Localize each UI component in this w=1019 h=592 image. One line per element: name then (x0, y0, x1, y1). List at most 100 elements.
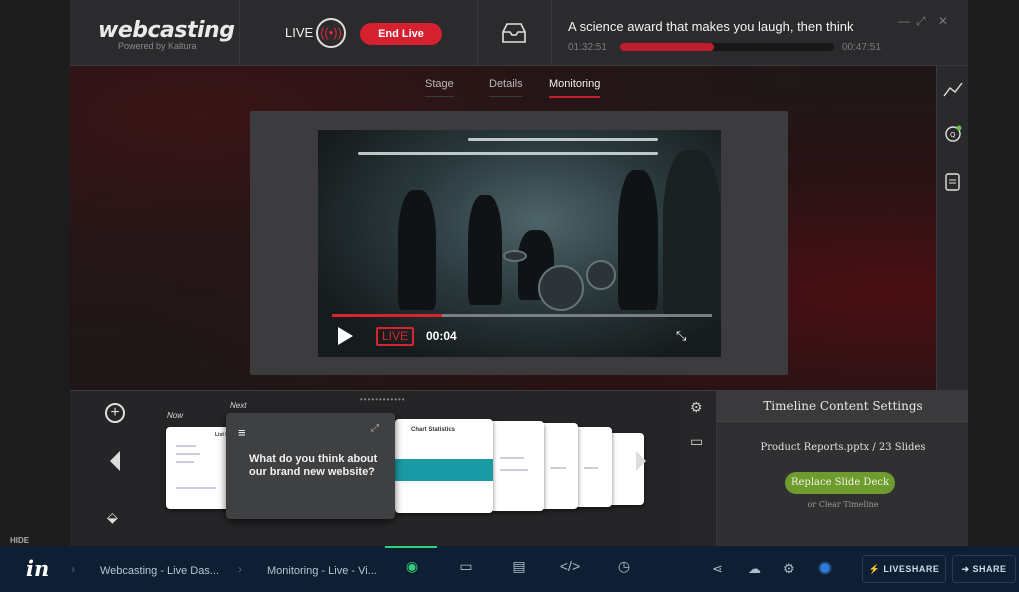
slide-line (176, 487, 216, 489)
slide-line (584, 467, 598, 469)
session-title: A science award that makes you laugh, th… (568, 19, 854, 34)
question-card[interactable]: ≡ ⤢ What do you think about our brand ne… (226, 413, 395, 519)
performer (663, 150, 721, 320)
next-slide-icon[interactable] (636, 451, 646, 471)
now-label: Now (167, 411, 184, 420)
slide-line (500, 469, 528, 471)
end-live-button[interactable]: End Live (360, 23, 442, 45)
tab-stage[interactable]: Stage (425, 78, 454, 97)
view-tabs: Stage Details Monitoring (70, 78, 936, 100)
slide-thumbnail[interactable] (490, 421, 544, 511)
comment-cursor-icon[interactable]: ▭ (454, 558, 478, 580)
collapse-icon[interactable]: ⤡ (676, 328, 686, 344)
next-label: Next (230, 401, 247, 410)
lightning-icon: ⚡ (868, 564, 884, 574)
player-progress[interactable] (332, 314, 712, 317)
breadcrumb-screen[interactable]: Monitoring - Live - Vi... (267, 565, 377, 577)
slide-thumbnail-chart[interactable]: Chart Statistics (395, 419, 493, 513)
timeline-title: Timeline Content Settings (717, 391, 968, 422)
code-icon[interactable]: </> (558, 558, 582, 580)
top-bar: webcasting Powered by Kaltura LIVE ((•))… (70, 0, 968, 66)
location-pin-icon[interactable]: ⬙ (107, 509, 118, 526)
elapsed-time: 01:32:51 (568, 42, 607, 53)
deck-file: Product Reports.pptx / 23 Slides (760, 442, 926, 453)
slide-line (176, 453, 200, 455)
right-backdrop (968, 0, 1019, 546)
tab-details[interactable]: Details (489, 78, 523, 97)
active-mode-indicator (385, 546, 437, 548)
inbox-button[interactable] (478, 0, 552, 66)
drag-handle[interactable]: •••••••••••• (360, 395, 406, 404)
previous-slide-icon[interactable] (110, 451, 120, 471)
chart-slide-title: Chart Statistics (411, 427, 456, 433)
add-icon[interactable]: + (105, 403, 125, 423)
cymbal (503, 250, 527, 262)
slides-icon[interactable]: ▭ (690, 433, 703, 450)
slide-line (176, 461, 194, 463)
question-text: What do you think about our brand new we… (249, 453, 378, 478)
player-frame: LIVE 00:04 ⤡ (250, 111, 788, 375)
session-progress-fill (620, 43, 715, 51)
share-nodes-icon[interactable]: ⋖ (712, 561, 723, 577)
session-info: A science award that makes you laugh, th… (552, 0, 968, 66)
menu-icon: ≡ (238, 425, 246, 440)
left-backdrop (0, 0, 70, 546)
slides-panel: + ⬙ Now Next •••••••••••• List I Chart S… (70, 390, 968, 546)
svg-text:Q: Q (950, 131, 956, 139)
player-time: 00:04 (426, 329, 457, 343)
gear-icon[interactable]: ⚙ (783, 561, 795, 577)
stage-light (468, 138, 658, 141)
invision-logo[interactable]: in (26, 556, 49, 581)
status-dot[interactable] (818, 561, 832, 575)
prototype-frame: webcasting Powered by Kaltura LIVE ((•))… (70, 0, 968, 546)
qna-icon[interactable]: Q (943, 124, 963, 144)
share-label: SHARE (972, 564, 1007, 574)
clear-timeline-link[interactable]: or Clear Timeline (717, 500, 968, 509)
inbox-icon (502, 23, 526, 43)
broadcast-icon: ((•)) (316, 18, 346, 48)
chart-band (395, 459, 493, 481)
brand-logo[interactable]: webcasting Powered by Kaltura (70, 0, 240, 66)
timeline-settings: Timeline Content Settings Product Report… (716, 391, 968, 546)
drum (538, 265, 584, 311)
slide-thumbnail-current[interactable]: List I (166, 427, 232, 509)
liveshare-button[interactable]: ⚡ LIVESHARE (862, 555, 946, 583)
play-icon[interactable] (338, 327, 353, 345)
cloud-icon[interactable]: ☁ (748, 561, 761, 577)
note-icon[interactable]: ▤ (507, 558, 531, 580)
notes-icon[interactable] (943, 172, 963, 192)
brand-name: webcasting (98, 18, 235, 43)
eye-icon[interactable]: ◉ (400, 558, 424, 580)
invision-toolbar: in › Webcasting - Live Das... › Monitori… (0, 546, 1019, 592)
player-progress-fill (332, 314, 443, 317)
replace-deck-button[interactable]: Replace Slide Deck (785, 472, 895, 494)
slide-thumbnail[interactable] (574, 427, 612, 507)
slide-line (500, 457, 524, 459)
slide-line (176, 445, 196, 447)
session-progress (620, 43, 834, 51)
tab-monitoring[interactable]: Monitoring (549, 78, 601, 98)
live-tag: LIVE (376, 327, 415, 346)
brand-tagline: Powered by Kaltura (118, 41, 197, 51)
video-player[interactable]: LIVE 00:04 ⤡ (318, 130, 721, 357)
slide-thumbnail[interactable] (540, 423, 578, 509)
live-label: LIVE (285, 25, 314, 40)
slide-line (550, 467, 566, 469)
performer (398, 190, 436, 310)
performer (468, 195, 502, 305)
settings-icon[interactable]: ⚙ (690, 399, 703, 416)
hide-button[interactable]: HIDE (10, 536, 29, 545)
minimize-icon[interactable]: — (898, 14, 910, 28)
expand-icon[interactable]: ⤢ (916, 14, 926, 29)
stage-light (358, 152, 658, 155)
drum (586, 260, 616, 290)
history-icon[interactable]: ◷ (612, 558, 636, 580)
share-button[interactable]: ➜ SHARE (952, 555, 1016, 583)
close-icon[interactable]: ✕ (938, 14, 948, 28)
analytics-icon[interactable] (943, 80, 963, 100)
expand-icon[interactable]: ⤢ (371, 423, 379, 434)
app-root: webcasting Powered by Kaltura LIVE ((•))… (0, 0, 1019, 592)
performer (618, 170, 658, 310)
breadcrumb-project[interactable]: Webcasting - Live Das... (100, 565, 219, 577)
chevron-right-icon: › (71, 562, 75, 576)
